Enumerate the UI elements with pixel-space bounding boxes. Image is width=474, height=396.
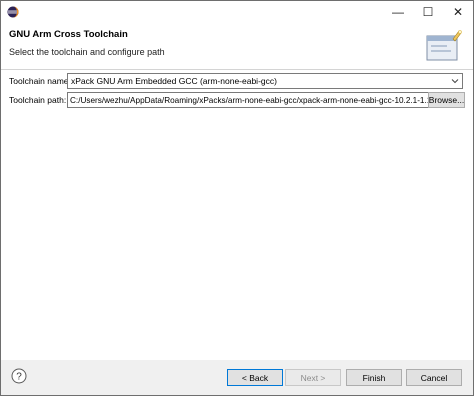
help-icon[interactable]: ? <box>11 368 27 384</box>
cancel-button[interactable]: Cancel <box>406 369 462 386</box>
chevron-down-icon[interactable] <box>450 76 460 86</box>
toolchain-name-value: xPack GNU Arm Embedded GCC (arm-none-eab… <box>71 76 277 86</box>
toolchain-path-input[interactable] <box>67 92 453 108</box>
svg-text:?: ? <box>16 372 22 383</box>
close-button[interactable]: ✕ <box>443 1 473 23</box>
page-title: GNU Arm Cross Toolchain <box>9 29 128 40</box>
finish-button[interactable]: Finish <box>346 369 402 386</box>
next-button[interactable]: Next > <box>285 369 341 386</box>
wizard-banner-icon <box>426 30 462 61</box>
minimize-button[interactable]: — <box>383 1 413 23</box>
dialog-window: — ☐ ✕ GNU Arm Cross Toolchain Select the… <box>0 0 474 396</box>
wizard-footer: ? < Back Next > Finish Cancel <box>1 360 473 395</box>
maximize-button[interactable]: ☐ <box>413 1 443 23</box>
toolchain-name-label: Toolchain name: <box>9 76 71 86</box>
toolchain-path-label: Toolchain path: <box>9 95 67 105</box>
eclipse-icon <box>7 6 19 18</box>
wizard-header: GNU Arm Cross Toolchain Select the toolc… <box>1 23 473 70</box>
toolchain-name-combo[interactable]: xPack GNU Arm Embedded GCC (arm-none-eab… <box>67 73 463 89</box>
back-button[interactable]: < Back <box>227 369 283 386</box>
wizard-content: Toolchain name: xPack GNU Arm Embedded G… <box>1 70 473 360</box>
browse-button[interactable]: Browse... <box>428 92 465 108</box>
toolchain-path-row: Toolchain path: Browse... <box>1 92 473 110</box>
title-bar[interactable]: — ☐ ✕ <box>1 1 473 23</box>
page-description: Select the toolchain and configure path <box>9 47 165 57</box>
toolchain-name-row: Toolchain name: xPack GNU Arm Embedded G… <box>1 73 473 91</box>
